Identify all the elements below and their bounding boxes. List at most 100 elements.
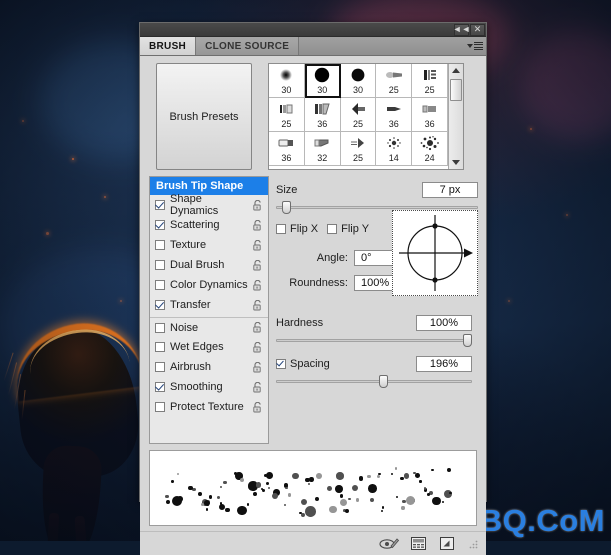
panel-titlebar: ◄◄ ✕ [140,23,486,37]
tab-clone-source[interactable]: CLONE SOURCE [196,37,300,55]
spacing-slider-track[interactable] [276,380,472,383]
size-slider-track[interactable] [276,206,478,209]
lock-icon [253,279,261,290]
flip-x-checkbox[interactable] [276,224,286,234]
lock-icon[interactable] [252,321,263,333]
spacing-slider[interactable] [276,374,472,388]
roundness-label: Roundness: [289,277,348,289]
brush-preset-cell[interactable]: 32 [304,132,341,166]
angled-block-icon [309,99,335,119]
brush-preset-cell[interactable]: 30 [304,64,341,98]
lock-icon[interactable] [252,259,263,271]
option-checkbox[interactable] [155,382,165,392]
scroll-down-arrow[interactable] [449,156,463,169]
stroke-dot [446,467,452,472]
stroke-dot [219,503,226,510]
option-checkbox[interactable] [155,342,165,352]
hardness-value-field[interactable]: 100% [416,315,472,331]
close-panel-button[interactable]: ✕ [470,23,485,36]
size-slider-knob[interactable] [282,201,291,214]
sidebar-item-airbrush[interactable]: Airbrush [150,357,268,377]
lock-icon[interactable] [252,239,263,251]
brush-preset-cell[interactable]: 25 [376,64,413,98]
brush-angle-preview[interactable] [392,210,478,296]
brush-preset-cell[interactable]: 36 [269,132,305,166]
lock-icon[interactable] [252,361,263,373]
brush-preset-cell[interactable]: 25 [412,64,448,98]
option-checkbox[interactable] [155,362,165,372]
lock-icon[interactable] [252,299,263,311]
lock-icon[interactable] [252,341,263,353]
new-brush-icon[interactable] [437,536,457,552]
stroke-dot [441,501,445,504]
brush-grid-scrollbar[interactable] [448,64,463,169]
option-checkbox[interactable] [155,200,165,210]
brush-settings: Size 7 px Flip X Flip Y Angle: 0° Roundn… [276,176,478,444]
option-checkbox[interactable] [155,300,165,310]
flip-y-label: Flip Y [341,223,370,235]
option-checkbox[interactable] [155,280,165,290]
option-checkbox[interactable] [155,240,165,250]
option-checkbox[interactable] [155,322,165,333]
collapse-panel-button[interactable]: ◄◄ [453,23,470,36]
spacing-value-field[interactable]: 196% [416,356,472,372]
rounded-tip-icon [273,133,299,153]
brush-preset-cell[interactable]: 30 [340,64,377,98]
brush-preset-cell[interactable]: 24 [412,132,448,166]
stroke-dot [415,473,421,479]
sidebar-item-dual-brush[interactable]: Dual Brush [150,255,268,275]
brush-preset-cell[interactable]: 30 [269,64,305,98]
option-checkbox[interactable] [155,260,165,270]
size-value-field[interactable]: 7 px [422,182,478,198]
sidebar-item-smoothing[interactable]: Smoothing [150,377,268,397]
hardness-slider-track[interactable] [276,339,472,342]
flip-y-checkbox[interactable] [327,224,338,234]
brush-presets-button[interactable]: Brush Presets [156,63,252,170]
hardness-slider-knob[interactable] [463,334,472,347]
brush-preset-cell[interactable]: 14 [376,132,413,166]
lock-icon [253,219,261,230]
hardness-slider[interactable] [276,333,472,347]
brush-size-label: 25 [388,85,399,95]
scrollbar-track[interactable] [449,77,463,156]
spacing-checkbox[interactable] [276,358,286,369]
brush-size-label: 30 [317,85,328,95]
stroke-dot [367,474,371,479]
lock-icon[interactable] [252,401,263,413]
sidebar-item-wet-edges[interactable]: Wet Edges [150,337,268,357]
sidebar-item-texture[interactable]: Texture [150,235,268,255]
scrollbar-thumb[interactable] [450,79,462,101]
brush-preset-cell[interactable]: 36 [412,98,448,132]
lock-icon[interactable] [252,199,263,211]
sidebar-item-protect-texture[interactable]: Protect Texture [150,397,268,417]
sidebar-item-scattering[interactable]: Scattering [150,215,268,235]
panel-menu-icon[interactable] [464,37,486,55]
stroke-dot [380,509,383,513]
resize-grip-icon[interactable] [468,539,478,549]
spacing-slider-knob[interactable] [379,375,388,388]
lock-icon[interactable] [252,279,263,291]
brush-preset-cell[interactable]: 25 [340,132,377,166]
angle-preview-diagram [399,215,473,291]
round-point-icon [381,99,407,119]
brush-preset-cell[interactable]: 25 [269,98,305,132]
lock-icon[interactable] [252,381,263,393]
lock-icon[interactable] [252,219,263,231]
brush-preset-cell[interactable]: 25 [340,98,377,132]
stroke-dot [246,503,250,506]
brush-preset-cell[interactable]: 36 [304,98,341,132]
spatter-icon [381,133,407,153]
sidebar-item-noise[interactable]: Noise [150,317,268,337]
sidebar-item-color-dynamics[interactable]: Color Dynamics [150,275,268,295]
stroke-dot [223,481,227,485]
scroll-up-arrow[interactable] [449,64,463,77]
option-checkbox[interactable] [155,220,165,230]
tab-brush[interactable]: BRUSH [140,37,197,55]
option-checkbox[interactable] [155,402,165,412]
toggle-brush-preview-icon[interactable] [379,536,399,552]
stroke-dot [304,505,316,517]
brush-preset-cell[interactable]: 36 [376,98,413,132]
sidebar-item-transfer[interactable]: Transfer [150,295,268,315]
sidebar-item-shape-dynamics[interactable]: Shape Dynamics [150,193,268,217]
create-new-preset-icon[interactable] [408,536,428,552]
